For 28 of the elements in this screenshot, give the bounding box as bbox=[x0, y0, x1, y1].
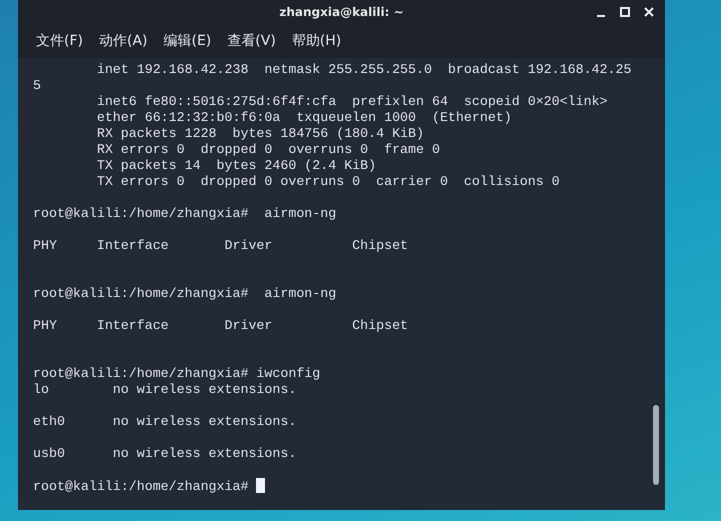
output-line: 5 bbox=[33, 78, 42, 94]
output-line: ether 66:12:32:b0:f6:0a txqueuelen 1000 (Ethernet) bbox=[96, 110, 513, 126]
command-line: root@kalili:/home/zhangxia# airmon-ng bbox=[33, 206, 338, 222]
maximize-icon bbox=[620, 7, 630, 17]
menu-item[interactable]: 帮助(H) bbox=[286, 30, 348, 52]
output-line: RX errors 0 dropped 0 overruns 0 frame 0 bbox=[96, 142, 441, 158]
menu-item[interactable]: 文件(F) bbox=[30, 30, 89, 52]
menu-item[interactable]: 编辑(E) bbox=[158, 30, 218, 52]
command-line: root@kalili:/home/zhangxia# airmon-ng bbox=[33, 286, 338, 302]
output-line: TX errors 0 dropped 0 overruns 0 carrier 0 collisions 0 bbox=[96, 174, 561, 190]
output-line: inet 192.168.42.238 netmask 255.255.255.0 broadcast 192.168.42.25 bbox=[96, 62, 632, 78]
output-line: RX packets 1228 bytes 184756 (180.4 KiB) bbox=[96, 126, 425, 142]
window-title: zhangxia@kalili: ~ bbox=[279, 5, 404, 19]
minimize-icon bbox=[597, 15, 605, 17]
output-line: TX packets 14 bytes 2460 (2.4 KiB) bbox=[96, 158, 378, 174]
command-line: root@kalili:/home/zhangxia# iwconfig bbox=[33, 366, 322, 382]
output-line: PHY Interface Driver Chipset bbox=[33, 238, 410, 254]
command-line: root@kalili:/home/zhangxia# bbox=[33, 478, 649, 494]
output-line: PHY Interface Driver Chipset bbox=[33, 318, 410, 334]
output-line: eth0 no wireless extensions. bbox=[33, 414, 298, 430]
output-line: lo no wireless extensions. bbox=[33, 382, 298, 398]
output-line: usb0 no wireless extensions. bbox=[33, 446, 298, 462]
maximize-button[interactable] bbox=[617, 4, 633, 20]
close-icon bbox=[644, 7, 654, 17]
menu-item[interactable]: 动作(A) bbox=[92, 30, 154, 52]
scrollbar-thumb[interactable] bbox=[653, 405, 659, 485]
menu-item[interactable]: 查看(V) bbox=[221, 30, 282, 52]
output-line: inet6 fe80::5016:275d:6f4f:cfa prefixlen 64 scopeid 0×20<link> bbox=[96, 94, 609, 110]
